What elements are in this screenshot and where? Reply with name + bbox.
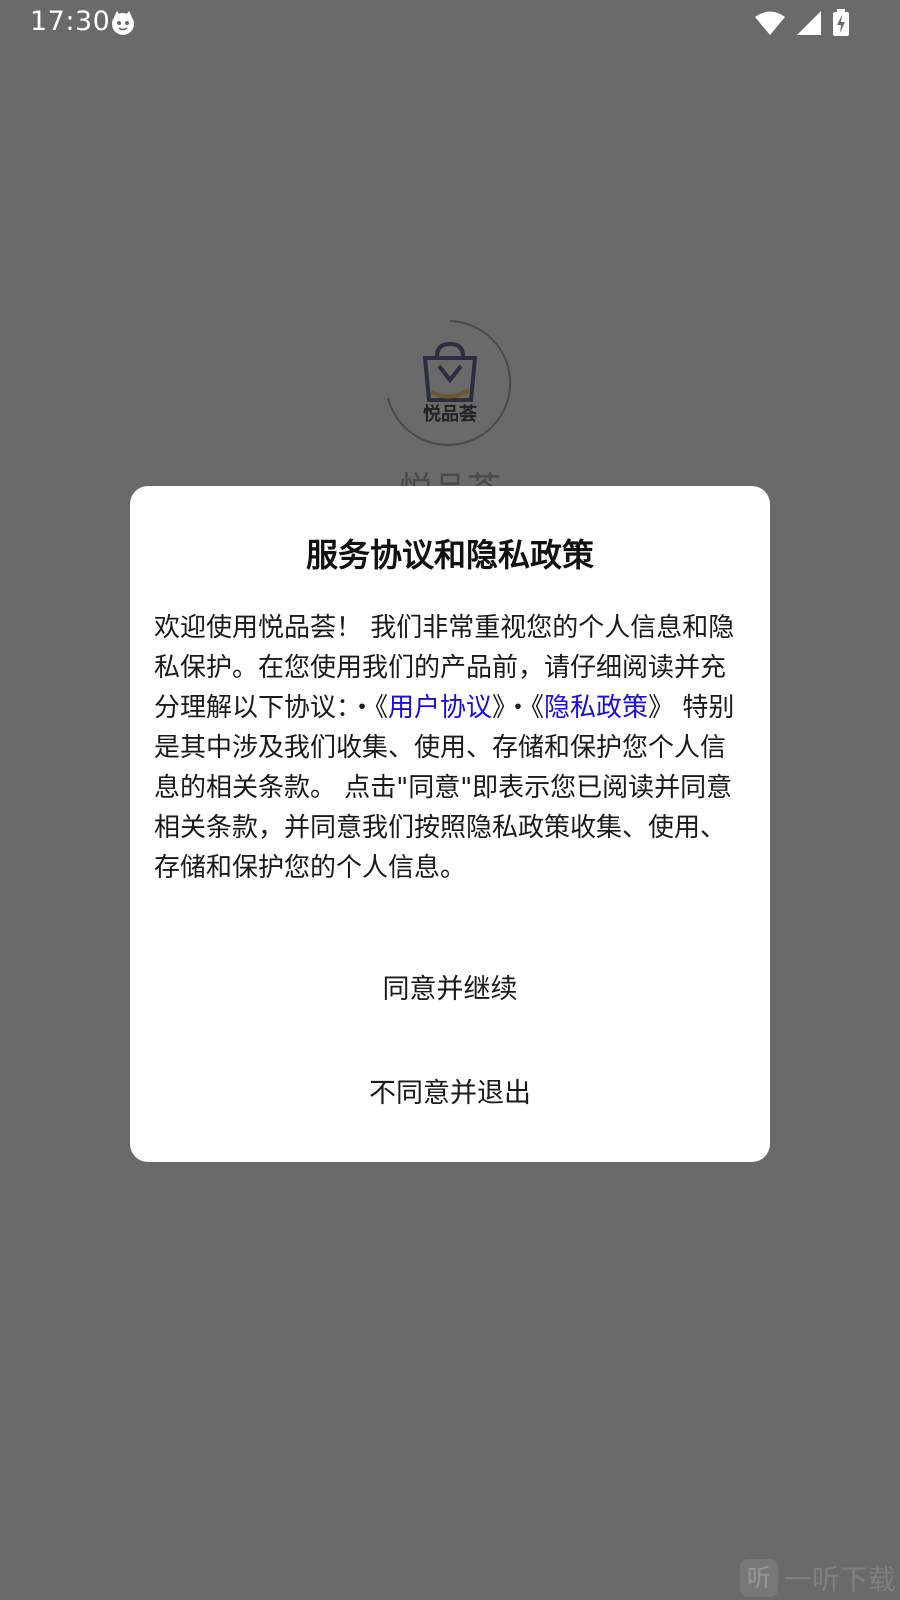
dialog-title: 服务协议和隐私政策	[305, 536, 594, 574]
logo-text: 悦品荟	[423, 403, 478, 424]
battery-charging-icon	[833, 9, 849, 36]
cell-signal-icon	[797, 11, 821, 35]
status-bar: 17:30	[0, 0, 900, 46]
cat-face-icon	[112, 11, 134, 35]
status-icons	[754, 8, 850, 38]
privacy-dialog: 服务协议和隐私政策 欢迎使用悦品荟！ 我们非常重视您的个人信息和隐私保护。在您使…	[130, 486, 770, 1162]
dialog-body: 欢迎使用悦品荟！ 我们非常重视您的个人信息和隐私保护。在您使用我们的产品前，请仔…	[154, 608, 746, 888]
watermark-logo-icon: 听	[740, 1559, 778, 1597]
wifi-icon	[755, 11, 785, 35]
shopping-bag-logo-icon: 悦品荟	[422, 341, 478, 424]
dialog-body-text: 》・《	[492, 693, 545, 723]
user-agreement-link[interactable]: 用户协议	[388, 693, 492, 723]
privacy-policy-link[interactable]: 隐私政策	[544, 693, 648, 723]
disagree-exit-button[interactable]: 不同意并退出	[130, 1064, 770, 1124]
status-time: 17:30	[30, 6, 111, 37]
agree-continue-button[interactable]: 同意并继续	[130, 960, 770, 1020]
splash-logo: 悦品荟	[385, 318, 515, 448]
watermark-text: 一听下载	[784, 1563, 897, 1596]
watermark: 听 一听下载	[740, 1556, 900, 1600]
